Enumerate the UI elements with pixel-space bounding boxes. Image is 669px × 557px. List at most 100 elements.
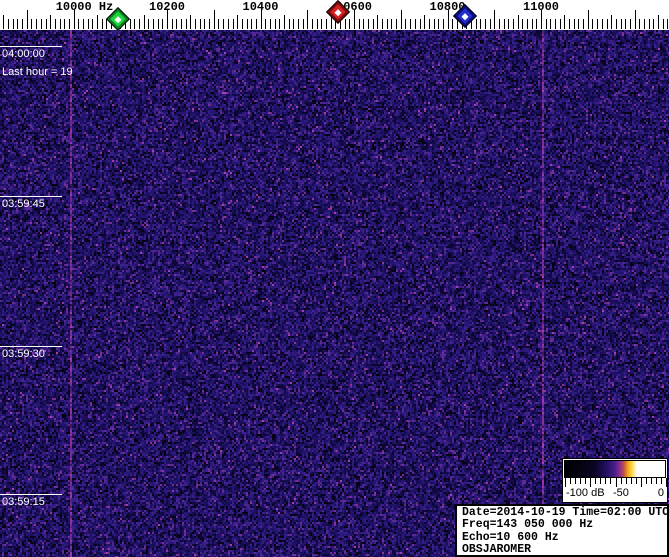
marker-core <box>334 7 342 16</box>
ruler-tick <box>433 19 435 29</box>
scale-tick <box>661 478 662 484</box>
ruler-tick <box>653 19 655 29</box>
ruler-tick <box>311 19 313 29</box>
scale-tick <box>565 478 566 487</box>
ruler-tick <box>611 15 613 29</box>
ruler-tick <box>363 19 365 29</box>
ruler-tick <box>59 19 61 29</box>
ruler-tick <box>414 19 416 29</box>
ruler-tick <box>587 10 589 29</box>
ruler-tick <box>396 19 398 29</box>
scale-tick <box>615 478 617 487</box>
ruler-tick <box>213 10 215 29</box>
scale-tick <box>645 478 647 484</box>
ruler-tick <box>54 19 56 29</box>
ruler-tick <box>274 19 276 29</box>
ruler-tick <box>297 19 299 29</box>
ruler-tick <box>503 19 505 29</box>
ruler-tick <box>22 19 24 29</box>
scale-max-label: 0 <box>657 487 664 499</box>
ruler-tick <box>438 19 440 29</box>
ruler-tick <box>559 19 561 29</box>
ruler-tick <box>517 15 519 29</box>
ruler-tick <box>321 19 323 29</box>
ruler-tick <box>157 19 159 29</box>
ruler-tick <box>424 15 426 29</box>
ruler-tick <box>400 10 402 29</box>
scale-tick <box>650 478 652 484</box>
scale-tick <box>620 478 622 484</box>
ruler-tick <box>382 19 384 29</box>
ruler-tick <box>96 15 98 29</box>
ruler-tick <box>185 19 187 29</box>
ruler-tick <box>527 19 528 29</box>
time-tick <box>0 196 62 197</box>
scale-tick <box>575 478 577 484</box>
ruler-tick <box>209 19 211 29</box>
scale-tick <box>580 478 582 484</box>
time-label: 04:00:00 <box>2 48 45 60</box>
scale-tick <box>610 478 612 484</box>
ruler-tick <box>620 19 622 29</box>
scale-tick <box>640 478 642 487</box>
ruler-tick <box>302 19 304 29</box>
ruler-tick <box>428 19 430 29</box>
scale-tick <box>655 478 657 484</box>
ruler-tick <box>391 19 393 29</box>
ruler-tick <box>508 19 510 29</box>
ruler-tick <box>583 19 585 29</box>
ruler-tick <box>597 19 599 29</box>
ruler-tick <box>667 19 669 29</box>
ruler-tick <box>405 19 407 29</box>
ruler-tick <box>45 19 47 29</box>
ruler-tick <box>550 19 552 29</box>
ruler-tick <box>283 15 285 29</box>
ruler-tick <box>129 19 131 29</box>
ruler-tick <box>40 19 42 29</box>
ruler-tick <box>569 19 570 29</box>
scale-tick <box>570 478 571 484</box>
ruler-tick <box>232 19 234 29</box>
info-line-freq: Freq=143 050 000 Hz <box>462 518 594 532</box>
ruler-tick <box>227 19 229 29</box>
waterfall-window: 10000 Hz 10200 10400 10600 10800 11000 04:00:… <box>0 0 669 557</box>
ruler-tick <box>87 19 89 29</box>
ruler-tick <box>494 10 496 29</box>
ruler-tick <box>64 19 66 29</box>
scale-mid-label: -50 <box>613 487 629 499</box>
ruler-tick <box>480 19 482 29</box>
time-label: 03:59:15 <box>2 496 45 508</box>
ruler-tick <box>293 19 295 29</box>
ruler-tick <box>592 19 594 29</box>
ruler-tick <box>17 19 19 29</box>
ruler-tick <box>368 19 369 29</box>
ruler-tick <box>442 19 444 29</box>
ruler-tick <box>50 15 52 29</box>
ruler-tick <box>555 19 556 29</box>
scale-tick <box>625 478 627 484</box>
ruler-tick <box>78 19 80 29</box>
ruler-tick <box>531 19 533 29</box>
ruler-tick <box>148 19 150 29</box>
ruler-tick <box>513 19 514 29</box>
ruler-tick <box>36 19 38 29</box>
ruler-tick <box>358 19 360 29</box>
ruler-tick <box>288 19 290 29</box>
scale-tick <box>595 478 597 484</box>
ruler-tick <box>162 19 164 29</box>
ruler-tick <box>625 19 627 29</box>
ruler-tick <box>246 19 248 29</box>
ruler-tick <box>372 19 374 29</box>
scale-tick <box>666 478 667 487</box>
ruler-tick <box>199 19 201 29</box>
ruler-label: 10200 <box>148 0 186 14</box>
ruler-tick <box>251 19 253 29</box>
ruler-tick <box>643 19 645 29</box>
ruler-tick <box>522 19 524 29</box>
ruler-tick <box>255 19 257 29</box>
ruler-tick <box>657 15 659 29</box>
info-box: Date=2014-10-19 Time=02:00 UTC Freq=143 … <box>455 504 669 557</box>
time-tick <box>0 494 62 495</box>
ruler-tick <box>82 19 84 29</box>
ruler-tick <box>648 19 650 29</box>
